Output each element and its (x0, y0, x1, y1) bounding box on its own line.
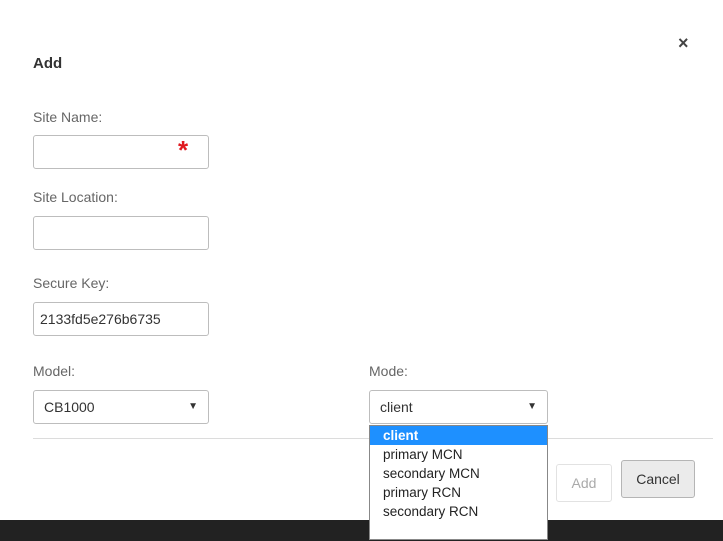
caret-down-icon: ▼ (188, 401, 198, 412)
mode-label: Mode: (369, 363, 408, 379)
required-asterisk-icon: * (178, 135, 189, 165)
mode-option-primary-mcn[interactable]: primary MCN (370, 445, 547, 464)
close-icon[interactable]: × (678, 34, 689, 52)
mode-option-secondary-rcn[interactable]: secondary RCN (370, 502, 547, 521)
model-select[interactable]: CB1000 ▼ (33, 390, 209, 424)
site-name-label: Site Name: (33, 109, 103, 125)
cancel-button[interactable]: Cancel (621, 460, 695, 498)
add-site-dialog: × Add Site Name: * Site Location: Secure… (0, 0, 723, 520)
model-selected-value: CB1000 (44, 399, 95, 415)
secure-key-input[interactable]: 2133fd5e276b6735 (33, 302, 209, 336)
mode-option-primary-rcn[interactable]: primary RCN (370, 483, 547, 502)
add-button[interactable]: Add (556, 464, 612, 502)
caret-down-icon: ▼ (527, 401, 537, 412)
mode-option-secondary-mcn[interactable]: secondary MCN (370, 464, 547, 483)
mode-selected-value: client (380, 399, 413, 415)
site-location-input[interactable] (33, 216, 209, 250)
mode-option-client[interactable]: client (370, 426, 547, 445)
secure-key-label: Secure Key: (33, 275, 110, 291)
mode-dropdown-list: client primary MCN secondary MCN primary… (369, 425, 548, 540)
dialog-title: Add (33, 55, 63, 72)
mode-select[interactable]: client ▼ (369, 390, 548, 424)
model-label: Model: (33, 363, 76, 379)
site-location-label: Site Location: (33, 189, 118, 205)
page-footer-bar (0, 520, 723, 541)
